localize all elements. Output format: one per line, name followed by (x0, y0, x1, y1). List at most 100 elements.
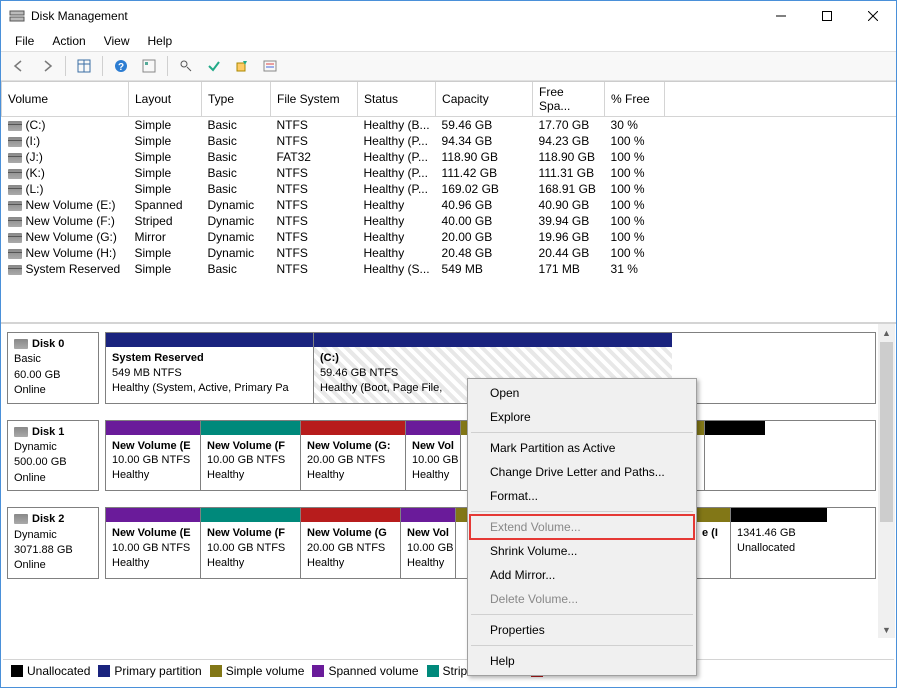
ctx-mark-active[interactable]: Mark Partition as Active (470, 436, 694, 460)
ctx-explore[interactable]: Explore (470, 405, 694, 429)
list-icon[interactable] (258, 54, 282, 78)
partition[interactable]: 1341.46 GBUnallocated (731, 508, 827, 578)
ctx-add-mirror[interactable]: Add Mirror... (470, 563, 694, 587)
menu-help[interactable]: Help (140, 32, 181, 50)
scrollbar-thumb[interactable] (880, 342, 893, 522)
column-header[interactable]: % Free (605, 82, 665, 117)
table-cell: 20.44 GB (533, 245, 605, 261)
disk-label[interactable]: Disk 0Basic60.00 GBOnline (7, 332, 99, 404)
table-cell: New Volume (H:) (2, 245, 129, 261)
search-icon[interactable] (174, 54, 198, 78)
column-header[interactable]: Free Spa... (533, 82, 605, 117)
table-cell: 171 MB (533, 261, 605, 277)
partition-body: 1341.46 GBUnallocated (731, 522, 827, 578)
legend-item: Primary partition (98, 664, 201, 678)
table-row[interactable]: (K:)SimpleBasicNTFSHealthy (P...111.42 G… (2, 165, 897, 181)
table-row[interactable]: New Volume (E:)SpannedDynamicNTFSHealthy… (2, 197, 897, 213)
table-cell: 100 % (605, 213, 665, 229)
ctx-extend-volume[interactable]: Extend Volume... (470, 515, 694, 539)
disk-graphical-view[interactable]: Disk 0Basic60.00 GBOnlineSystem Reserved… (1, 322, 896, 638)
table-cell: 40.00 GB (436, 213, 533, 229)
menu-file[interactable]: File (7, 32, 42, 50)
legend-item: Spanned volume (312, 664, 418, 678)
table-row[interactable]: (L:)SimpleBasicNTFSHealthy (P...169.02 G… (2, 181, 897, 197)
table-cell: 100 % (605, 165, 665, 181)
table-cell: Basic (202, 117, 271, 134)
svg-text:?: ? (118, 62, 124, 73)
table-row[interactable]: New Volume (H:)SimpleDynamicNTFSHealthy2… (2, 245, 897, 261)
column-header[interactable]: Layout (129, 82, 202, 117)
partition-header (301, 421, 405, 435)
partition[interactable]: New Volume (E10.00 GB NTFSHealthy (106, 508, 201, 578)
column-header[interactable]: Type (202, 82, 271, 117)
table-cell: Simple (129, 181, 202, 197)
close-button[interactable] (850, 1, 896, 31)
ctx-format[interactable]: Format... (470, 484, 694, 508)
ctx-delete-volume[interactable]: Delete Volume... (470, 587, 694, 611)
ctx-change-letter[interactable]: Change Drive Letter and Paths... (470, 460, 694, 484)
legend: UnallocatedPrimary partitionSimple volum… (3, 659, 894, 681)
volume-table[interactable]: VolumeLayoutTypeFile SystemStatusCapacit… (1, 81, 896, 322)
column-header[interactable]: Volume (2, 82, 129, 117)
partition[interactable]: New Volume (E10.00 GB NTFSHealthy (106, 421, 201, 491)
table-icon[interactable] (72, 54, 96, 78)
table-cell: Striped (129, 213, 202, 229)
table-cell: NTFS (271, 117, 358, 134)
table-cell: New Volume (G:) (2, 229, 129, 245)
refresh-icon[interactable] (230, 54, 254, 78)
table-row[interactable]: (C:)SimpleBasicNTFSHealthy (B...59.46 GB… (2, 117, 897, 134)
scroll-up-icon[interactable]: ▲ (878, 324, 895, 341)
column-header[interactable]: File System (271, 82, 358, 117)
disk-label[interactable]: Disk 1Dynamic500.00 GBOnline (7, 420, 99, 492)
partition[interactable]: New Vol10.00 GBHealthy (401, 508, 456, 578)
table-cell: 100 % (605, 245, 665, 261)
scrollbar[interactable]: ▲ ▼ (878, 324, 895, 638)
partition[interactable] (705, 421, 765, 491)
table-cell: NTFS (271, 261, 358, 277)
menu-action[interactable]: Action (44, 32, 93, 50)
table-row[interactable]: System ReservedSimpleBasicNTFSHealthy (S… (2, 261, 897, 277)
forward-button[interactable] (35, 54, 59, 78)
ctx-help[interactable]: Help (470, 649, 694, 673)
scroll-down-icon[interactable]: ▼ (878, 621, 895, 638)
table-cell: Dynamic (202, 245, 271, 261)
table-row[interactable]: New Volume (F:)StripedDynamicNTFSHealthy… (2, 213, 897, 229)
partition[interactable]: New Vol10.00 GBHealthy (406, 421, 461, 491)
partition[interactable]: e (I (696, 508, 731, 578)
column-header[interactable]: Capacity (436, 82, 533, 117)
table-row[interactable]: (J:)SimpleBasicFAT32Healthy (P...118.90 … (2, 149, 897, 165)
table-cell: 549 MB (436, 261, 533, 277)
maximize-button[interactable] (804, 1, 850, 31)
partition[interactable]: New Volume (F10.00 GB NTFSHealthy (201, 508, 301, 578)
table-row[interactable]: (I:)SimpleBasicNTFSHealthy (P...94.34 GB… (2, 133, 897, 149)
ctx-properties[interactable]: Properties (470, 618, 694, 642)
partition-body: New Volume (F10.00 GB NTFSHealthy (201, 435, 300, 491)
app-icon (9, 8, 25, 24)
check-icon[interactable] (202, 54, 226, 78)
disk-row: Disk 1Dynamic500.00 GBOnlineNew Volume (… (7, 420, 876, 492)
disk-label[interactable]: Disk 2Dynamic3071.88 GBOnline (7, 507, 99, 579)
help-icon[interactable]: ? (109, 54, 133, 78)
partition[interactable]: New Volume (G:20.00 GB NTFSHealthy (301, 421, 406, 491)
partition[interactable]: System Reserved549 MB NTFSHealthy (Syste… (106, 333, 314, 403)
menu-view[interactable]: View (96, 32, 138, 50)
ctx-open[interactable]: Open (470, 381, 694, 405)
ctx-shrink-volume[interactable]: Shrink Volume... (470, 539, 694, 563)
partition[interactable]: New Volume (G20.00 GB NTFSHealthy (301, 508, 401, 578)
table-cell: (I:) (2, 133, 129, 149)
table-cell: (K:) (2, 165, 129, 181)
table-cell: Healthy (358, 229, 436, 245)
table-row[interactable]: New Volume (G:)MirrorDynamicNTFSHealthy2… (2, 229, 897, 245)
table-cell: (C:) (2, 117, 129, 134)
table-cell: NTFS (271, 245, 358, 261)
table-cell: Healthy (358, 213, 436, 229)
column-header[interactable]: Status (358, 82, 436, 117)
table-cell: 19.96 GB (533, 229, 605, 245)
settings-icon[interactable] (137, 54, 161, 78)
titlebar: Disk Management (1, 1, 896, 31)
back-button[interactable] (7, 54, 31, 78)
partition-header (314, 333, 672, 347)
partition-header (696, 508, 730, 522)
minimize-button[interactable] (758, 1, 804, 31)
partition[interactable]: New Volume (F10.00 GB NTFSHealthy (201, 421, 301, 491)
